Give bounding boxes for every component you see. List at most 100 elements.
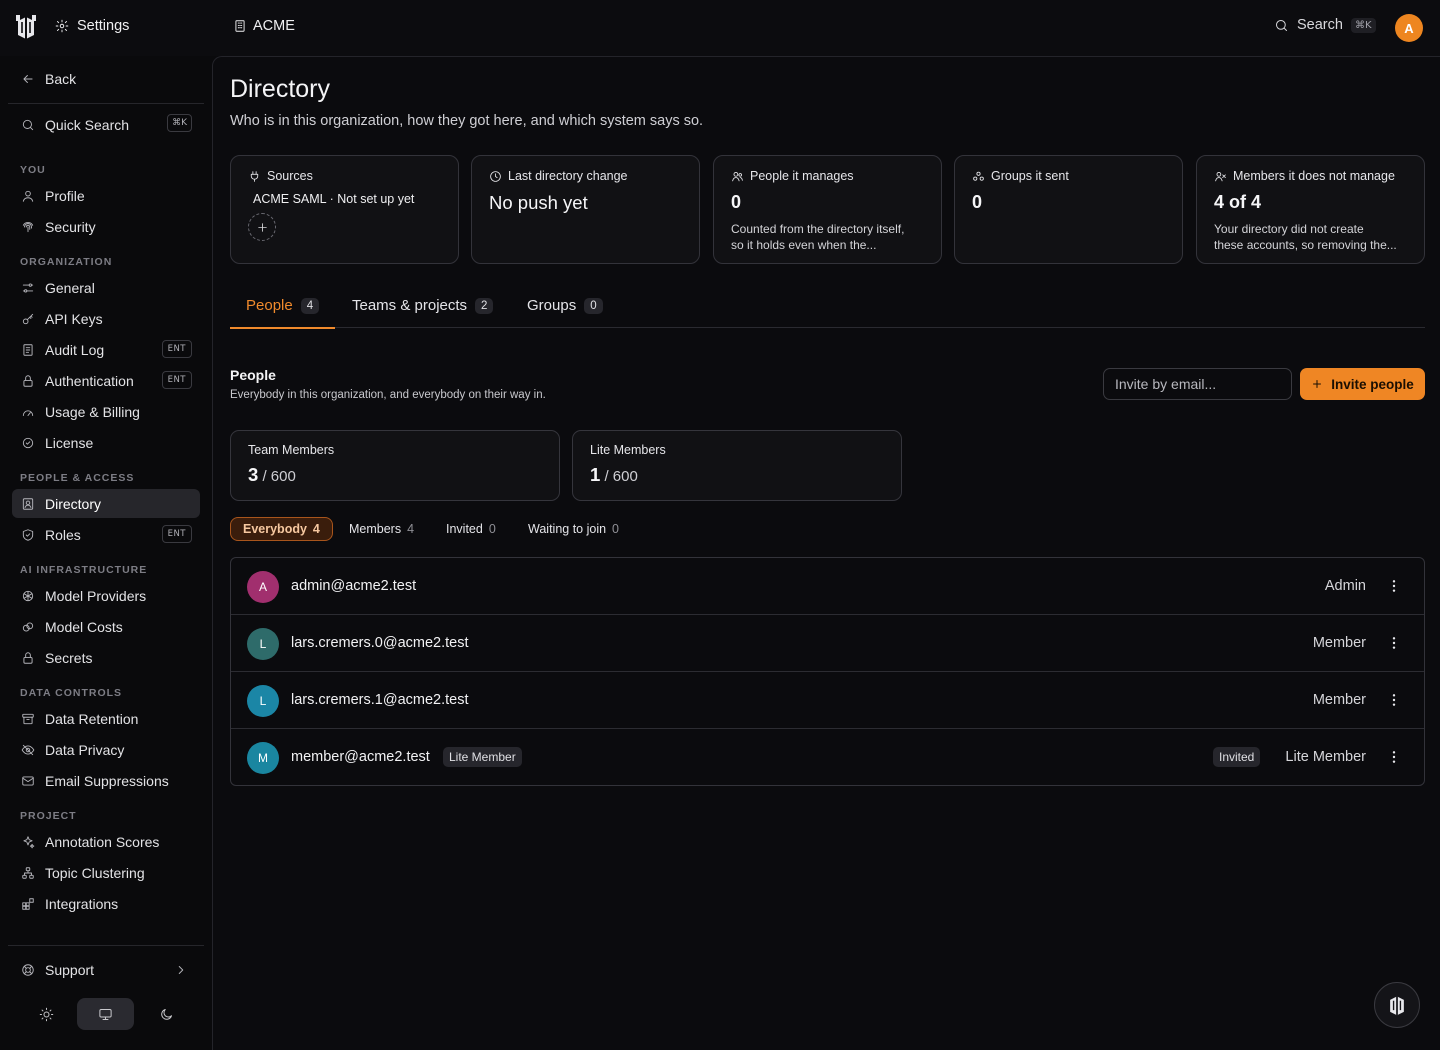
sidebar-item-roles[interactable]: Roles ENT <box>12 520 200 549</box>
section-ai-infrastructure: AI INFRASTRUCTURE <box>20 564 148 576</box>
tab-people[interactable]: People 4 <box>229 297 336 329</box>
member-role[interactable]: Member <box>1313 635 1366 651</box>
seat-total: / 600 <box>262 468 296 485</box>
top-bar: Settings ACME Search ⌘K A <box>0 0 1440 56</box>
filter-everybody[interactable]: Everybody 4 <box>230 517 333 541</box>
sidebar-item-profile[interactable]: Profile <box>12 181 200 210</box>
more-vertical-icon[interactable] <box>1386 578 1402 594</box>
section-you: YOU <box>20 164 46 176</box>
sidebar-item-secrets[interactable]: Secrets <box>12 643 200 672</box>
sidebar-item-email-suppressions[interactable]: Email Suppressions <box>12 766 200 795</box>
network-icon <box>22 866 34 879</box>
sidebar-item-topic-clustering[interactable]: Topic Clustering <box>12 858 200 887</box>
sidebar-item-label: License <box>45 434 94 451</box>
more-vertical-icon[interactable] <box>1386 692 1402 708</box>
tab-count: 4 <box>300 298 320 314</box>
table-row[interactable]: M member@acme2.test Lite Member Invited … <box>231 729 1424 785</box>
member-role[interactable]: Member <box>1313 692 1366 708</box>
card-title: People it manages <box>750 169 854 183</box>
sidebar-item-label: Security <box>45 218 96 235</box>
sidebar-item-usage-billing[interactable]: Usage & Billing <box>12 397 200 426</box>
search-button[interactable]: Search ⌘K <box>1274 17 1376 33</box>
theme-system-button[interactable] <box>77 998 134 1030</box>
user-avatar[interactable]: A <box>1395 14 1423 42</box>
invite-email-input[interactable] <box>1103 368 1292 400</box>
filter-count: 0 <box>488 522 496 536</box>
sidebar-item-data-privacy[interactable]: Data Privacy <box>12 735 200 764</box>
theme-dark-button[interactable] <box>140 998 192 1030</box>
sidebar-item-license[interactable]: License <box>12 428 200 457</box>
people-manages-card: People it manages 0 Counted from the dir… <box>713 155 942 264</box>
app-logo-icon[interactable] <box>14 13 38 41</box>
sidebar-item-label: Authentication <box>45 372 134 389</box>
search-icon <box>1276 19 1287 31</box>
floating-help-button[interactable] <box>1374 982 1420 1028</box>
filter-members[interactable]: Members 4 <box>349 517 414 541</box>
sparkles-icon <box>23 835 35 848</box>
sidebar-item-model-providers[interactable]: Model Providers <box>12 581 200 610</box>
org-label: ACME <box>253 18 295 34</box>
back-button[interactable]: Back <box>12 64 200 93</box>
member-role[interactable]: Admin <box>1325 578 1366 594</box>
plug-icon <box>250 170 259 182</box>
filter-waiting-to-join[interactable]: Waiting to join 0 <box>528 517 619 541</box>
plus-icon <box>257 222 267 232</box>
more-vertical-icon[interactable] <box>1386 749 1402 765</box>
table-row[interactable]: L lars.cremers.0@acme2.test Member <box>231 615 1424 672</box>
sidebar-item-directory[interactable]: Directory <box>12 489 200 518</box>
member-email: lars.cremers.1@acme2.test <box>291 692 469 708</box>
sidebar-item-security[interactable]: Security <box>12 212 200 241</box>
source-value: ACME SAML · Not set up yet <box>253 192 415 206</box>
table-row[interactable]: L lars.cremers.1@acme2.test Member <box>231 672 1424 729</box>
more-vertical-icon[interactable] <box>1386 635 1402 651</box>
tab-groups[interactable]: Groups 0 <box>527 297 603 328</box>
filter-invited[interactable]: Invited 0 <box>446 517 496 541</box>
invite-people-button[interactable]: Invite people <box>1300 368 1425 400</box>
sidebar-item-general[interactable]: General <box>12 273 200 302</box>
member-email: lars.cremers.0@acme2.test <box>291 635 469 651</box>
table-row[interactable]: A admin@acme2.test Admin <box>231 558 1424 615</box>
app-logo-icon <box>1390 996 1404 1016</box>
sidebar-item-authentication[interactable]: Authentication ENT <box>12 366 200 395</box>
sidebar-item-label: Email Suppressions <box>45 772 169 789</box>
sidebar-item-annotation-scores[interactable]: Annotation Scores <box>12 827 200 856</box>
last-change-card: Last directory change No push yet <box>471 155 700 264</box>
sidebar-item-data-retention[interactable]: Data Retention <box>12 704 200 733</box>
tab-teams-projects[interactable]: Teams & projects 2 <box>352 297 494 328</box>
eye-off-icon <box>21 744 35 755</box>
theme-switcher <box>12 998 200 1030</box>
org-breadcrumb[interactable]: ACME <box>233 18 295 34</box>
sidebar-item-api-keys[interactable]: API Keys <box>12 304 200 333</box>
card-note: Your directory did not create these acco… <box>1214 221 1407 253</box>
quick-search-button[interactable]: Quick Search ⌘K <box>12 110 200 139</box>
page-title: Directory <box>230 75 331 103</box>
section-data-controls: DATA CONTROLS <box>20 687 123 699</box>
directory-tabs: People 4 Teams & projects 2 Groups 0 <box>229 291 1425 329</box>
user-icon <box>22 190 34 202</box>
seat-total: / 600 <box>604 468 638 485</box>
sidebar-item-label: Model Costs <box>45 618 123 635</box>
add-source-button[interactable] <box>248 213 276 241</box>
filter-count: 4 <box>407 522 415 536</box>
avatar: A <box>247 571 279 603</box>
sidebar-item-audit-log[interactable]: Audit Log ENT <box>12 335 200 364</box>
seat-value: 3 / 600 <box>248 464 542 486</box>
sidebar-item-model-costs[interactable]: Model Costs <box>12 612 200 641</box>
people-section-title: People <box>230 367 276 383</box>
support-button[interactable]: Support <box>12 955 200 984</box>
theme-light-button[interactable] <box>20 998 72 1030</box>
card-title: Groups it sent <box>991 169 1069 183</box>
tab-count: 0 <box>584 298 603 314</box>
member-role[interactable]: Lite Member <box>1285 749 1366 765</box>
lock-icon <box>23 651 33 664</box>
building-icon <box>235 20 245 32</box>
mail-x-icon <box>22 775 34 786</box>
search-label: Search <box>1297 17 1343 33</box>
life-buoy-icon <box>22 963 34 976</box>
filter-count: 4 <box>312 522 320 536</box>
card-note-line: these accounts, so removing the... <box>1214 238 1397 252</box>
settings-breadcrumb[interactable]: Settings <box>55 18 129 34</box>
seat-value: 1 / 600 <box>590 464 884 486</box>
sidebar-item-integrations[interactable]: Integrations <box>12 889 200 918</box>
sidebar-item-label: Topic Clustering <box>45 864 145 881</box>
